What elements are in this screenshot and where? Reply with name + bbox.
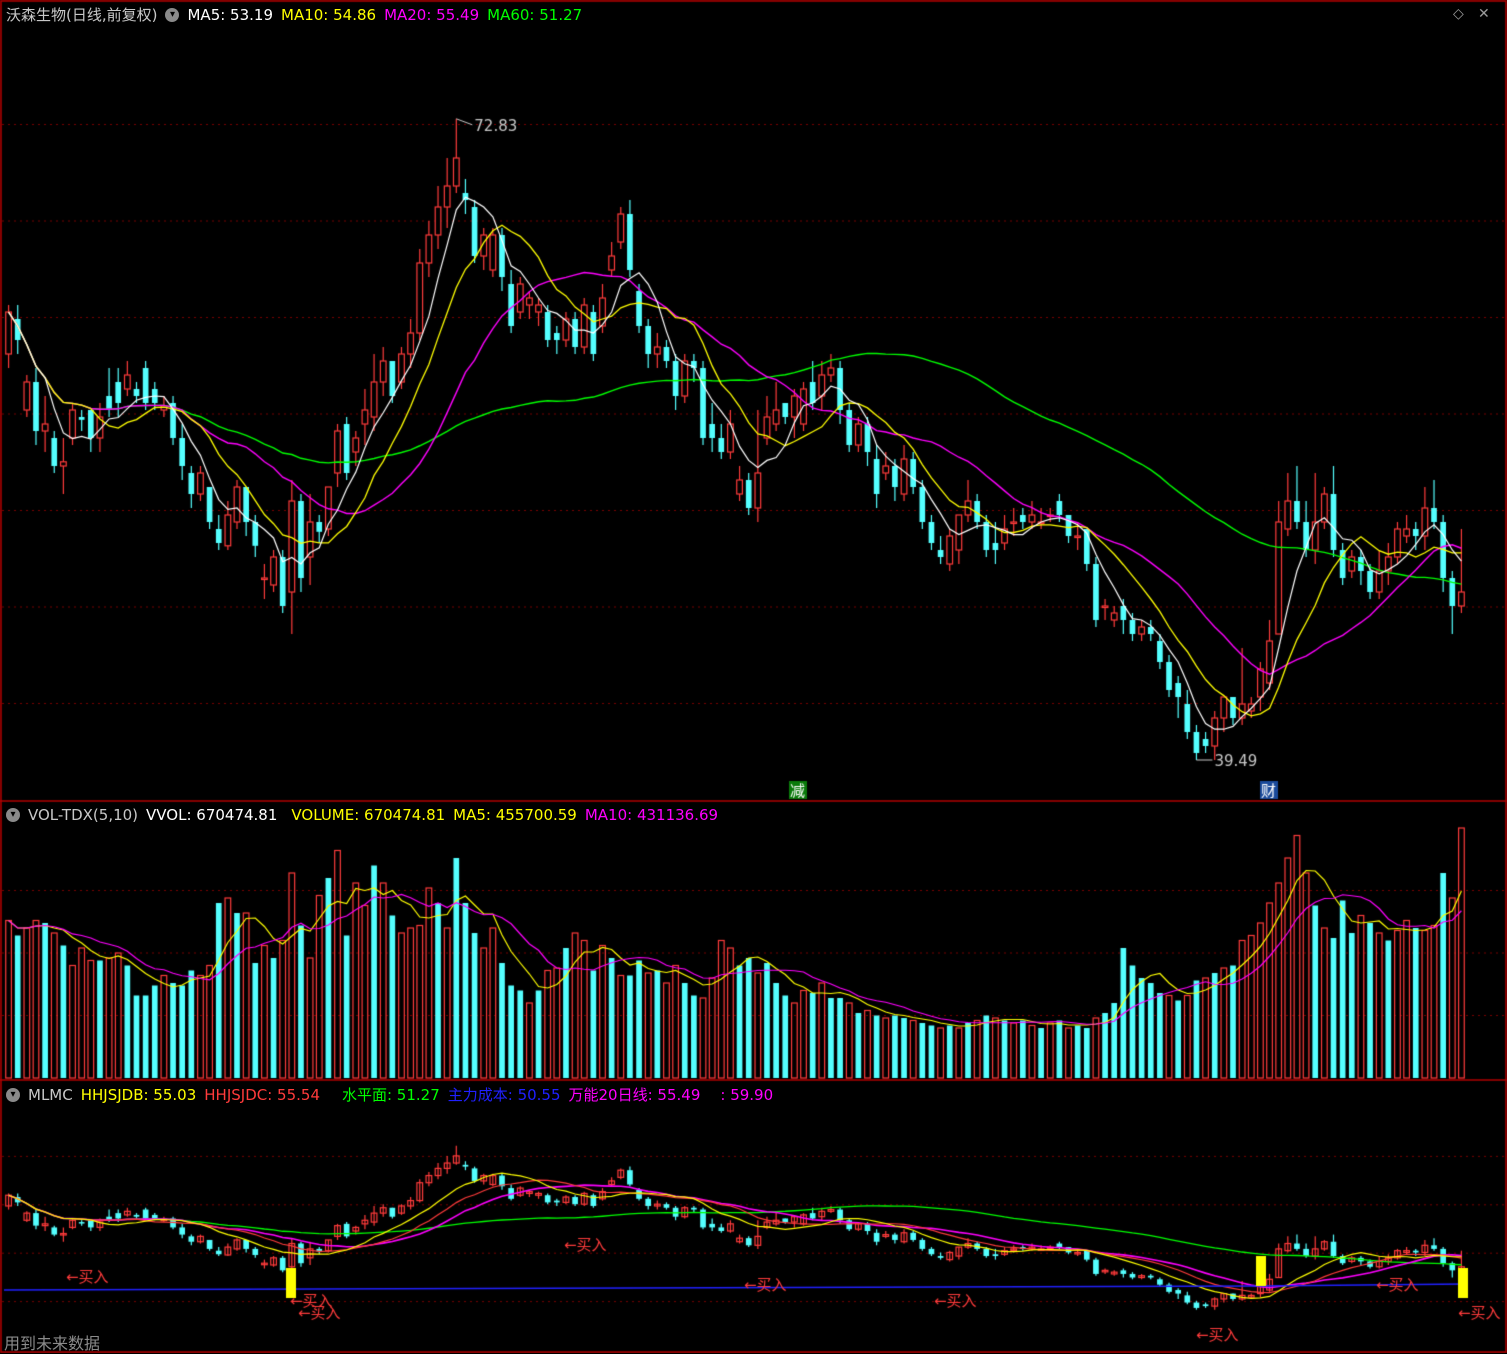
- ma5-label: MA5: 53.19: [187, 6, 273, 24]
- hhjsjdb-label: HHJSJDB: 55.03: [80, 1086, 197, 1104]
- stock-chart-canvas[interactable]: [0, 0, 1507, 1353]
- vol-ma10-label: MA10: 431136.69: [584, 806, 719, 824]
- ma20-label: MA20: 55.49: [384, 6, 480, 24]
- volume-panel-header: ▾ VOL-TDX(5,10) VVOL: 670474.81 VOLUME: …: [6, 804, 726, 826]
- options-icon[interactable]: ▾: [165, 8, 180, 22]
- ma10-label: MA10: 54.86: [281, 6, 377, 24]
- volume-options-icon[interactable]: ▾: [6, 808, 20, 822]
- extra-label: : 59.90: [720, 1086, 774, 1104]
- vol-ma5-label: MA5: 455700.59: [453, 806, 577, 824]
- vol-name[interactable]: VOL-TDX(5,10): [28, 804, 138, 826]
- volume-label: VOLUME: 670474.81: [291, 806, 446, 824]
- ind-name[interactable]: MLMC: [28, 1084, 73, 1106]
- water-label: 水平面: 51.27: [341, 1086, 440, 1104]
- close-icon[interactable]: ✕: [1478, 6, 1490, 22]
- indicator-panel-header: ▾ MLMC HHJSJDB: 55.03 HHJSJDC: 55.54 水平面…: [6, 1084, 781, 1106]
- stock-title[interactable]: 沃森生物(日线,前复权): [6, 4, 157, 26]
- future-data-note: 用到未来数据: [4, 1334, 101, 1353]
- indicator-options-icon[interactable]: ▾: [6, 1088, 20, 1102]
- diamond-icon[interactable]: ◇: [1453, 6, 1464, 22]
- cost-label: 主力成本: 50.55: [447, 1086, 561, 1104]
- main-panel-header: 沃森生物(日线,前复权) ▾ MA5: 53.19 MA10: 54.86 MA…: [6, 4, 590, 26]
- wanneng-label: 万能20日线: 55.49: [568, 1086, 701, 1104]
- ma60-label: MA60: 51.27: [487, 6, 583, 24]
- hhjsjdc-label: HHJSJDC: 55.54: [204, 1086, 320, 1104]
- vvol-label: VVOL: 670474.81: [146, 806, 278, 824]
